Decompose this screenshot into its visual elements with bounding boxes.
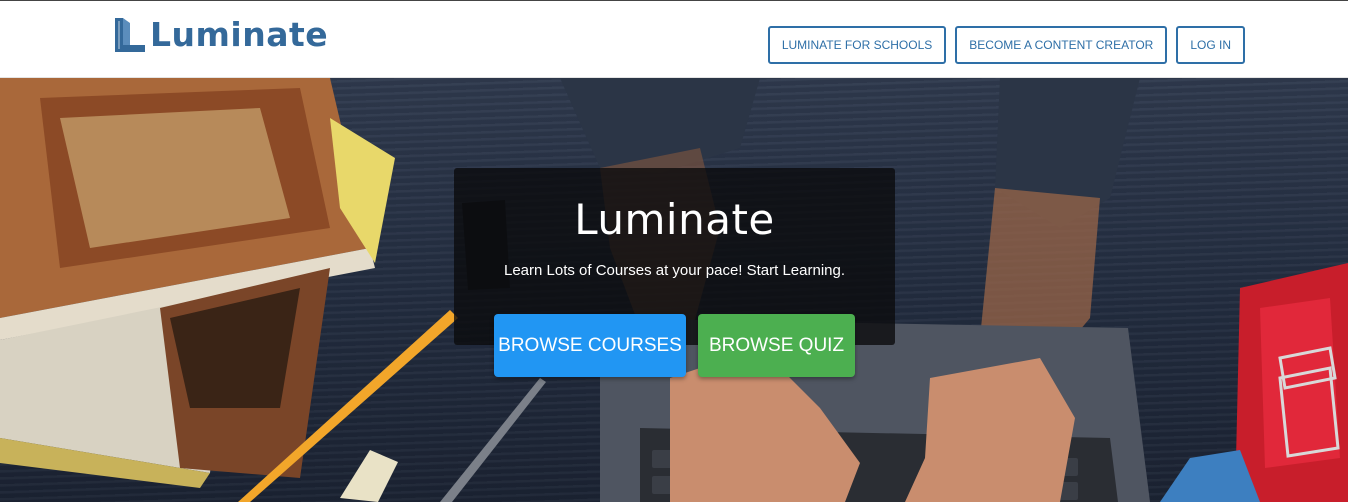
logo-link[interactable]: Luminate	[112, 13, 328, 57]
hero-title: Luminate	[574, 195, 775, 244]
luminate-for-schools-button[interactable]: LUMINATE FOR SCHOOLS	[767, 26, 947, 64]
browse-courses-button[interactable]: BROWSE COURSES	[494, 314, 686, 377]
logo-text: Luminate	[150, 15, 329, 54]
hero-subtitle: Learn Lots of Courses at your pace! Star…	[503, 262, 846, 279]
log-in-button[interactable]: LOG IN	[1176, 26, 1245, 64]
header-nav: LUMINATE FOR SCHOOLS BECOME A CONTENT CR…	[767, 26, 1245, 64]
become-content-creator-button[interactable]: BECOME A CONTENT CREATOR	[955, 26, 1168, 64]
luminate-logo-mark-icon	[115, 18, 145, 52]
site-header: Luminate LUMINATE FOR SCHOOLS BECOME A C…	[0, 0, 1348, 78]
browse-quiz-button[interactable]: BROWSE QUIZ	[698, 314, 855, 377]
hero-banner: Luminate Learn Lots of Courses at your p…	[0, 78, 1348, 502]
